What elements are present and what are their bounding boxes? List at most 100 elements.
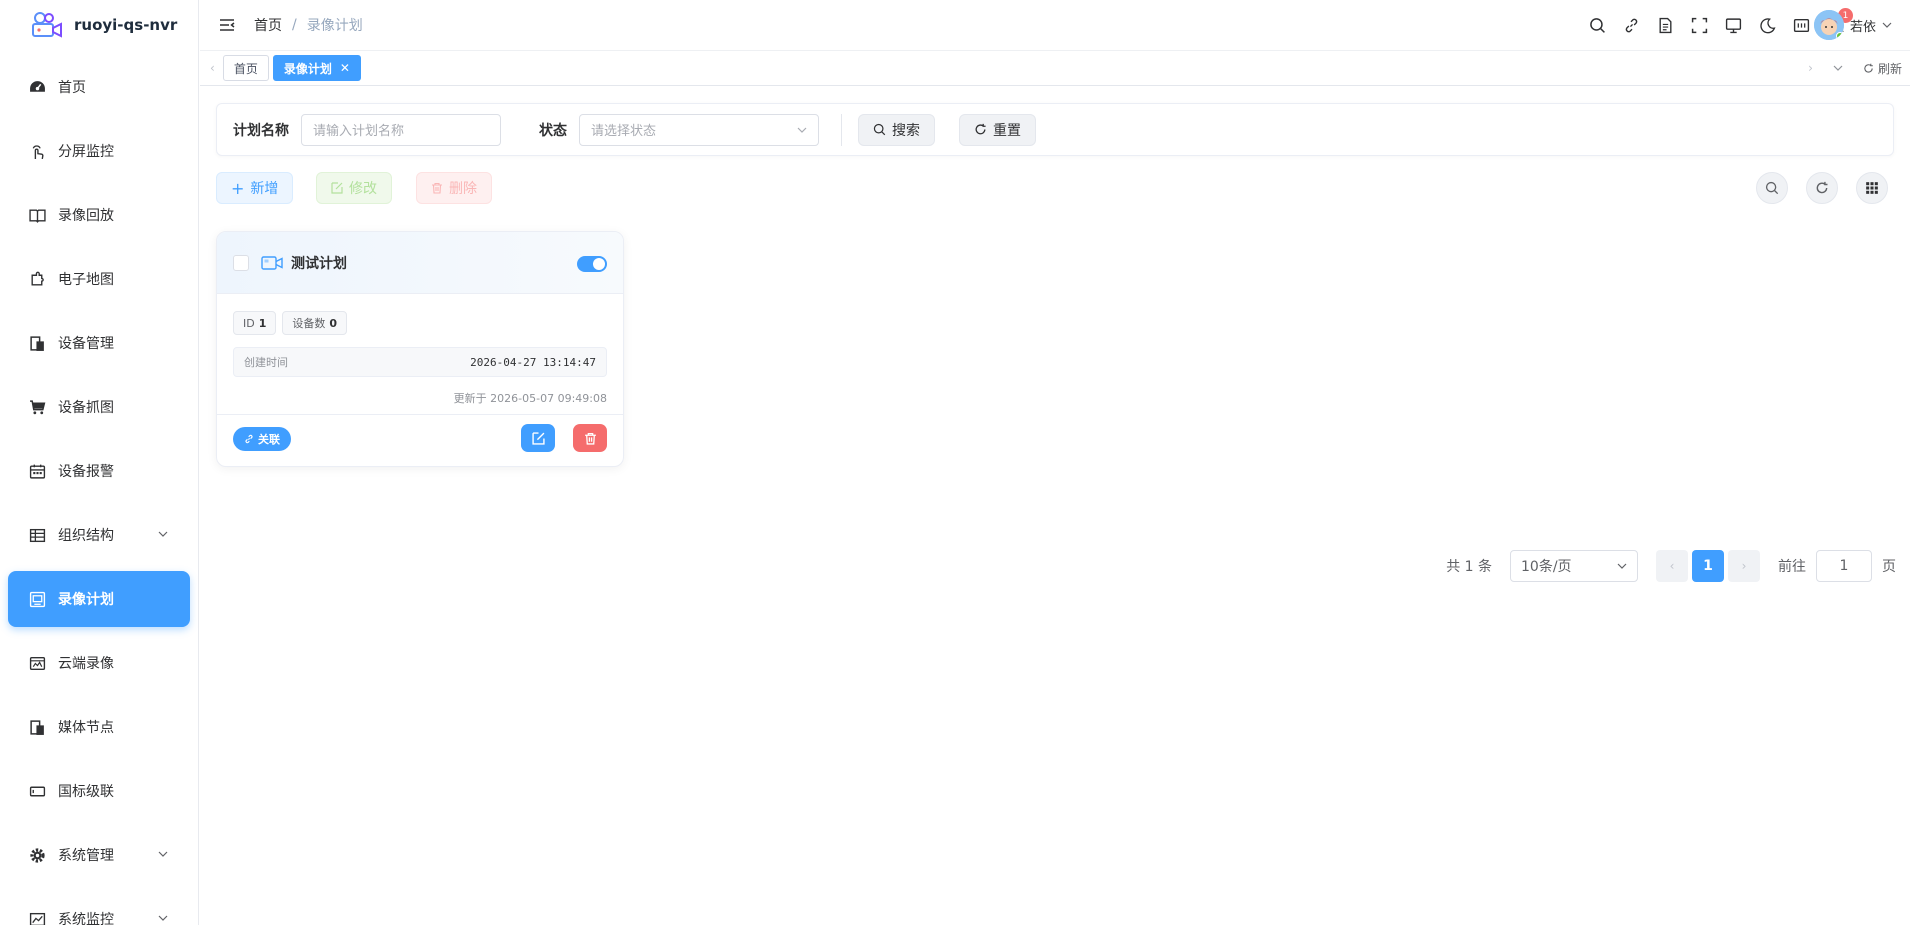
sidebar-item-cloud-record[interactable]: 云端录像 <box>8 635 190 691</box>
plan-name-label: 计划名称 <box>233 122 289 139</box>
status-label: 状态 <box>539 122 567 139</box>
delete-button-label: 删除 <box>449 181 477 197</box>
tags-view: ‹ 首页 录像计划 ✕ › 刷新 <box>200 50 1910 86</box>
status-select[interactable]: 请选择状态 <box>579 113 819 146</box>
tags-scroll-left-icon[interactable]: ‹ <box>210 61 215 75</box>
top-navbar: 首页 / 录像计划 1 若依 <box>200 0 1910 50</box>
card-delete-button[interactable] <box>573 424 607 452</box>
card-divider <box>217 414 623 415</box>
plan-name-input[interactable]: 请输入计划名称 <box>301 113 501 146</box>
size-icon[interactable] <box>1792 16 1810 34</box>
chevron-down-icon <box>158 531 168 537</box>
sidebar-item-snapshot[interactable]: 设备抓图 <box>8 379 190 435</box>
sidebar-item-system[interactable]: 系统管理 <box>8 827 190 883</box>
avatar[interactable] <box>1813 10 1844 40</box>
page-number-current[interactable]: 1 <box>1692 550 1724 582</box>
sidebar-item-map[interactable]: 电子地图 <box>8 251 190 307</box>
chevron-down-icon[interactable] <box>1833 63 1843 73</box>
sidebar-item-label: 媒体节点 <box>58 720 114 736</box>
goto-page-input[interactable]: 1 <box>1816 550 1872 582</box>
app-logo[interactable]: ruoyi-qs-nvr <box>0 0 198 50</box>
columns-button[interactable] <box>1856 172 1888 204</box>
sidebar-item-label: 组织结构 <box>58 528 114 544</box>
add-button[interactable]: + 新增 <box>216 172 294 204</box>
sidebar-item-label: 系统管理 <box>58 848 114 864</box>
fullscreen-icon[interactable] <box>1690 16 1708 34</box>
switch-knob <box>593 258 605 270</box>
link-devices-button[interactable]: 关联 <box>233 427 291 451</box>
link-button-label: 关联 <box>258 433 280 446</box>
plan-enabled-switch[interactable] <box>577 256 607 272</box>
media-icon <box>28 718 46 736</box>
plan-select-checkbox[interactable] <box>233 254 249 271</box>
sidebar-item-cascade[interactable]: 国标级联 <box>8 763 190 819</box>
moon-icon[interactable] <box>1758 16 1776 34</box>
sidebar-item-label: 云端录像 <box>58 656 114 672</box>
chevron-down-icon <box>158 915 168 921</box>
sidebar-item-playback[interactable]: 录像回放 <box>8 187 190 243</box>
book-icon <box>28 206 46 224</box>
sidebar-item-monitor[interactable]: 系统监控 <box>8 891 190 925</box>
sidebar-item-home[interactable]: 首页 <box>8 59 190 115</box>
dashboard-icon <box>28 78 46 96</box>
plan-id-label: ID <box>243 316 255 330</box>
close-icon[interactable]: ✕ <box>340 61 350 75</box>
link-icon[interactable] <box>1622 16 1640 34</box>
plan-name-placeholder: 请输入计划名称 <box>313 124 405 139</box>
grid-icon <box>1866 182 1878 194</box>
reset-button[interactable]: 重置 <box>959 113 1036 146</box>
breadcrumb-home[interactable]: 首页 <box>254 15 282 35</box>
breadcrumb-current: 录像计划 <box>306 18 363 34</box>
next-page-button[interactable]: › <box>1728 550 1760 582</box>
sidebar-item-label: 分屏监控 <box>58 144 114 160</box>
sidebar-item-record-plan[interactable]: 录像计划 <box>8 571 190 627</box>
plan-id-value: 1 <box>258 316 267 330</box>
plan-meta: ID 1 设备数 0 <box>233 311 348 335</box>
refresh-label: 刷新 <box>1877 61 1902 76</box>
tag-home[interactable]: 首页 <box>222 55 269 81</box>
sidebar-item-label: 电子地图 <box>58 272 114 288</box>
trash-icon <box>584 432 596 445</box>
pagination-total: 共 1 条 <box>1446 559 1492 575</box>
search-icon <box>873 123 886 136</box>
refresh-icon <box>1864 63 1873 73</box>
monitor-icon[interactable] <box>1724 16 1742 34</box>
tags-controls: › 刷新 <box>1808 51 1910 85</box>
device-count-label: 设备数 <box>292 317 326 330</box>
edit-button[interactable]: 修改 <box>316 172 392 204</box>
plan-card: 测试计划 ID 1 设备数 0 创建时间 2026-04-27 13:14:47… <box>216 231 624 467</box>
sidebar-item-label: 首页 <box>58 80 86 96</box>
user-menu[interactable]: 若依 <box>1813 10 1892 40</box>
refresh-list-button[interactable] <box>1806 172 1838 204</box>
sidebar-item-alarm[interactable]: 设备报警 <box>8 443 190 499</box>
cart-icon <box>28 398 46 416</box>
delete-button[interactable]: 删除 <box>416 172 492 204</box>
reset-button-label: 重置 <box>993 122 1021 139</box>
search-button-label: 搜索 <box>892 122 920 139</box>
hamburger-icon[interactable] <box>218 16 236 34</box>
sidebar-item-org[interactable]: 组织结构 <box>8 507 190 563</box>
sidebar: ruoyi-qs-nvr 首页 分屏监控 录像回放 电子地图 设备管理 设备抓图 <box>0 0 199 925</box>
sidebar-item-label: 设备报警 <box>58 464 114 480</box>
tags-scroll-right-icon[interactable]: › <box>1808 61 1813 75</box>
chevron-down-icon <box>797 127 807 133</box>
sidebar-item-media-node[interactable]: 媒体节点 <box>8 699 190 755</box>
sidebar-item-devices[interactable]: 设备管理 <box>8 315 190 371</box>
user-name: 若依 <box>1849 19 1876 35</box>
search-button[interactable]: 搜索 <box>858 113 935 146</box>
sidebar-item-label: 系统监控 <box>58 912 114 925</box>
sidebar-menu: 首页 分屏监控 录像回放 电子地图 设备管理 设备抓图 设备报警 组织结构 录像… <box>0 50 198 925</box>
page-size-select[interactable]: 10条/页 <box>1510 550 1638 582</box>
map-icon <box>28 270 46 288</box>
sidebar-item-label: 国标级联 <box>58 784 114 800</box>
tag-record-plan[interactable]: 录像计划 ✕ <box>272 55 361 81</box>
plus-icon: + <box>231 178 245 198</box>
toggle-search-button[interactable] <box>1756 172 1788 204</box>
sidebar-item-split-monitor[interactable]: 分屏监控 <box>8 123 190 179</box>
chevron-down-icon <box>1882 22 1892 28</box>
prev-page-button[interactable]: ‹ <box>1656 550 1688 582</box>
document-icon[interactable] <box>1656 16 1674 34</box>
card-edit-button[interactable] <box>521 424 555 452</box>
refresh-button[interactable]: 刷新 <box>1863 60 1902 77</box>
search-icon[interactable] <box>1588 16 1606 34</box>
